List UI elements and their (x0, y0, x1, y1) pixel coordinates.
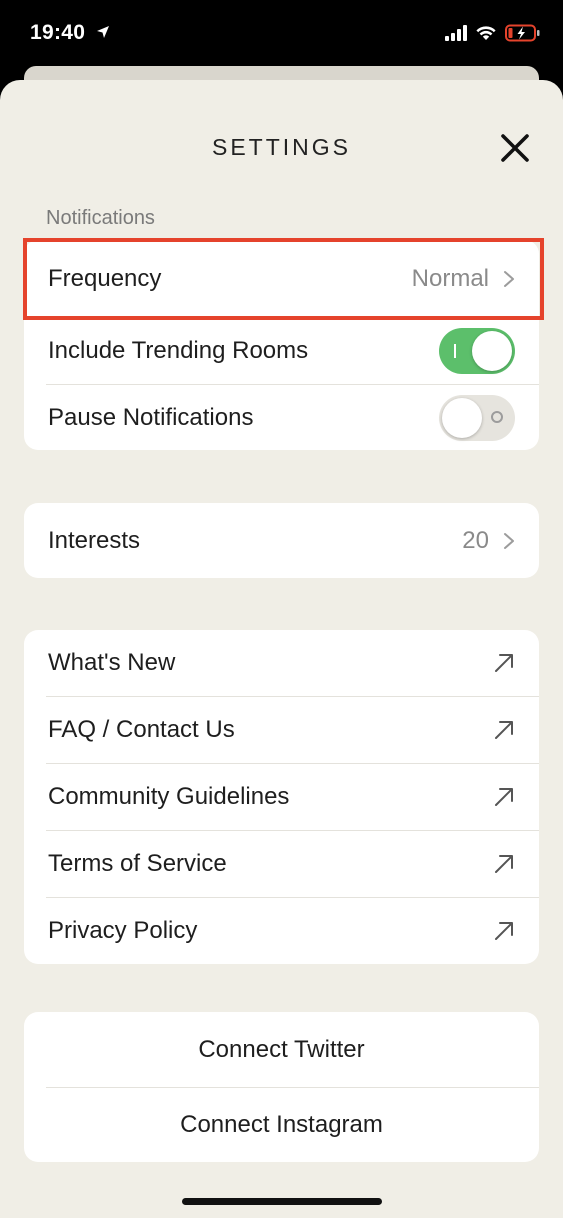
link-label: Terms of Service (48, 850, 227, 877)
external-link-icon (495, 922, 513, 940)
trending-rooms-label: Include Trending Rooms (48, 337, 309, 364)
frequency-label: Frequency (48, 265, 162, 292)
trending-rooms-row: Include Trending Rooms (24, 318, 539, 384)
trending-rooms-toggle[interactable] (439, 328, 515, 374)
toggle-off-mark (491, 410, 503, 423)
interests-label: Interests (48, 526, 141, 554)
toggle-on-mark (454, 344, 456, 358)
link-label: Privacy Policy (48, 917, 198, 944)
location-arrow-icon (97, 26, 109, 38)
connect-twitter-button[interactable]: Connect Twitter (24, 1012, 539, 1087)
pause-notifications-row: Pause Notifications (24, 385, 539, 450)
chevron-right-icon (504, 532, 514, 549)
wifi-icon (476, 26, 496, 40)
home-indicator (182, 1198, 382, 1205)
notifications-card: Frequency Normal Include Trending Rooms … (24, 240, 539, 450)
status-time: 19:40 (30, 21, 86, 44)
notifications-section-label: Notifications (46, 207, 155, 229)
link-label: FAQ / Contact Us (48, 716, 235, 743)
link-label: What's New (48, 649, 176, 676)
connect-card: Connect Twitter Connect Instagram (24, 1012, 539, 1162)
interests-count: 20 (462, 526, 489, 554)
links-card: What's New FAQ / Contact Us Community Gu… (24, 630, 539, 964)
close-icon[interactable] (495, 128, 535, 168)
external-link-icon (495, 721, 513, 739)
interests-row[interactable]: Interests 20 (24, 503, 539, 578)
status-icons (445, 24, 541, 42)
interests-card: Interests 20 (24, 503, 539, 578)
frequency-row[interactable]: Frequency Normal (24, 240, 539, 318)
battery-icon (505, 24, 540, 42)
privacy-policy-link[interactable]: Privacy Policy (24, 898, 539, 964)
external-link-icon (495, 855, 513, 873)
connect-twitter-label: Connect Twitter (198, 1035, 365, 1063)
connect-instagram-label: Connect Instagram (180, 1111, 383, 1138)
external-link-icon (495, 788, 513, 806)
link-label: Community Guidelines (48, 783, 290, 810)
pause-notifications-toggle[interactable] (439, 394, 515, 441)
whats-new-link[interactable]: What's New (24, 630, 539, 696)
community-guidelines-link[interactable]: Community Guidelines (24, 764, 539, 830)
toggle-knob (472, 331, 512, 371)
status-bar: 19:40 (0, 0, 563, 66)
toggle-knob (442, 397, 482, 438)
chevron-right-icon (504, 271, 514, 287)
frequency-value: Normal (411, 265, 489, 292)
terms-of-service-link[interactable]: Terms of Service (24, 831, 539, 897)
faq-contact-link[interactable]: FAQ / Contact Us (24, 697, 539, 763)
pause-notifications-label: Pause Notifications (48, 403, 254, 431)
page-title: SETTINGS (211, 134, 351, 160)
connect-instagram-button[interactable]: Connect Instagram (24, 1088, 539, 1162)
external-link-icon (495, 654, 513, 672)
signal-icon (445, 25, 467, 41)
